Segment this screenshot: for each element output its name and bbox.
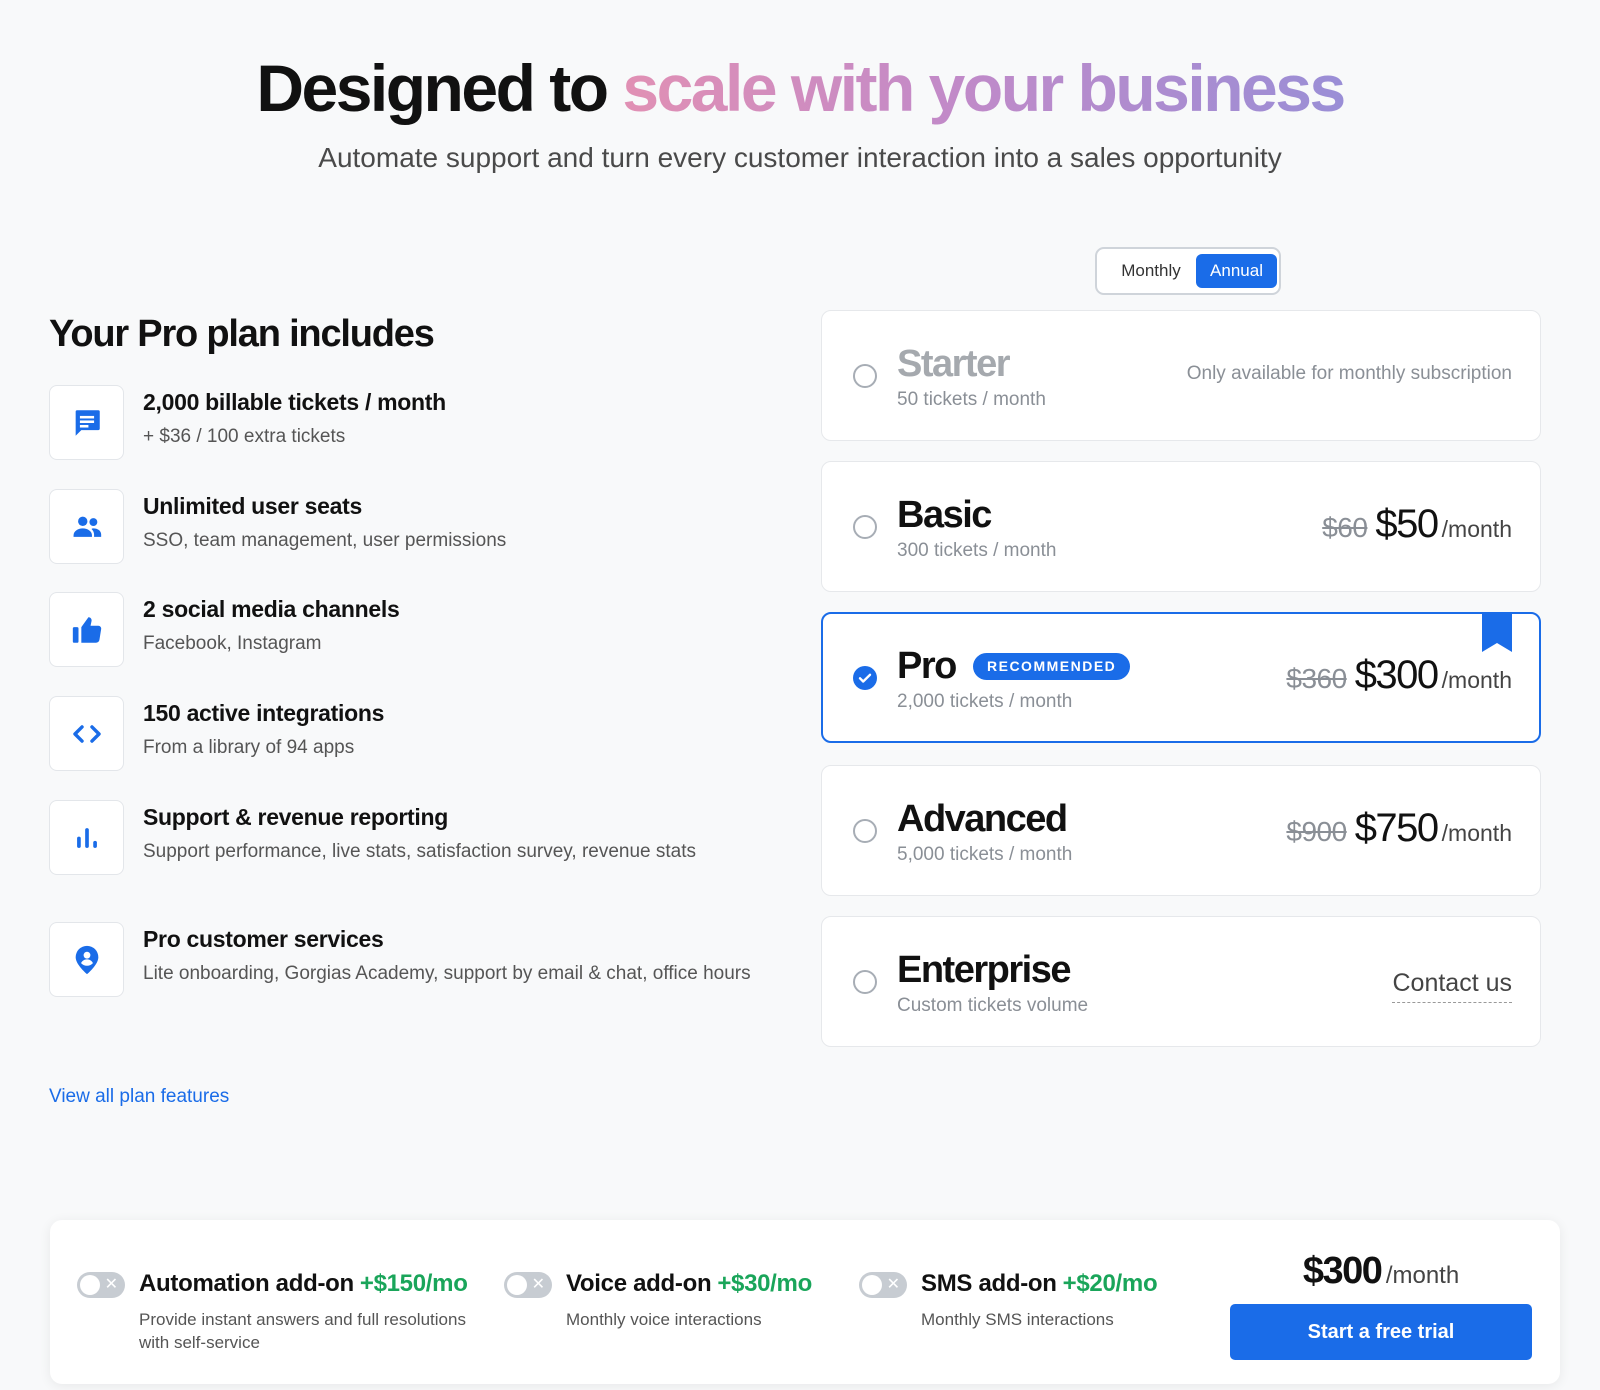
addon-desc: Monthly SMS interactions xyxy=(921,1310,1114,1329)
feature-desc: Support performance, live stats, satisfa… xyxy=(143,841,697,862)
start-free-trial-button[interactable]: Start a free trial xyxy=(1230,1304,1532,1360)
view-all-features-link[interactable]: View all plan features xyxy=(49,1086,229,1108)
feature-desc: + $36 / 100 extra tickets xyxy=(143,426,346,447)
plan-new-price: $300 xyxy=(1354,653,1439,697)
bar-chart-icon xyxy=(49,800,124,875)
feature-title: Support & revenue reporting xyxy=(143,804,448,830)
plan-includes-title: Your Pro plan includes xyxy=(49,313,435,355)
users-icon xyxy=(49,489,124,564)
recommended-badge: RECOMMENDED xyxy=(973,653,1131,680)
addon-toggle[interactable]: ✕ xyxy=(77,1272,125,1298)
addon-name-label: Automation add-on xyxy=(139,1270,354,1297)
plan-radio[interactable] xyxy=(853,970,877,994)
close-icon: ✕ xyxy=(886,1276,900,1293)
addon-desc: Provide instant answers and full resolut… xyxy=(139,1310,466,1352)
hero-title: Designed to scale with your business xyxy=(0,48,1600,128)
plan-name: Pro xyxy=(897,645,957,687)
feature-title: 2,000 billable tickets / month xyxy=(143,389,446,415)
feature-desc: From a library of 94 apps xyxy=(143,737,355,758)
plan-tickets: 300 tickets / month xyxy=(897,540,1057,561)
addon-toggle[interactable]: ✕ xyxy=(859,1272,907,1298)
total-period: /month xyxy=(1385,1262,1460,1289)
plan-name: Enterprise xyxy=(897,949,1071,991)
plan-availability-note: Only available for monthly subscription xyxy=(1186,363,1512,384)
plan-tickets: 5,000 tickets / month xyxy=(897,844,1073,865)
plan-name: Advanced xyxy=(897,798,1068,840)
addon-toggle[interactable]: ✕ xyxy=(504,1272,552,1298)
hero-title-plain: Designed to xyxy=(256,51,609,125)
feature-desc: Lite onboarding, Gorgias Academy, suppor… xyxy=(143,963,751,984)
plan-tickets: 2,000 tickets / month xyxy=(897,691,1073,712)
feature-title: 2 social media channels xyxy=(143,596,400,622)
addon-price: +$30/mo xyxy=(717,1270,812,1297)
feature-item: 150 active integrations From a library o… xyxy=(49,696,749,776)
feature-item: Unlimited user seats SSO, team managemen… xyxy=(49,489,749,569)
plan-radio-checked[interactable] xyxy=(853,666,877,690)
close-icon: ✕ xyxy=(104,1276,118,1293)
addon-name: Voice add-on +$30/mo xyxy=(566,1268,812,1300)
plan-name: Basic xyxy=(897,494,992,536)
chat-icon xyxy=(49,385,124,460)
plan-name: Starter xyxy=(897,343,1011,385)
plan-old-price: $360 xyxy=(1286,663,1347,694)
feature-item: Pro customer services Lite onboarding, G… xyxy=(49,922,751,1002)
bookmark-icon xyxy=(1482,612,1512,652)
feature-item: 2,000 billable tickets / month + $36 / 1… xyxy=(49,385,749,465)
plan-radio[interactable] xyxy=(853,364,877,388)
billing-option-monthly[interactable]: Monthly xyxy=(1103,254,1199,288)
addon-price: +$20/mo xyxy=(1062,1270,1158,1297)
code-icon xyxy=(49,696,124,771)
hero-subtitle: Automate support and turn every customer… xyxy=(318,142,1282,173)
plan-card-basic[interactable]: Basic 300 tickets / month $60 $50 /month xyxy=(821,461,1541,592)
addon-name-label: SMS add-on xyxy=(921,1270,1057,1297)
plan-period: /month xyxy=(1441,820,1512,846)
plan-price: $360 $300 /month xyxy=(1286,653,1512,698)
plan-tickets: Custom tickets volume xyxy=(897,995,1089,1016)
contact-us-link[interactable]: Contact us xyxy=(1392,967,1512,1003)
addons-bar: ✕ Automation add-on +$150/mo Provide inst… xyxy=(50,1220,1560,1384)
plan-tickets: 50 tickets / month xyxy=(897,389,1046,410)
plan-radio[interactable] xyxy=(853,515,877,539)
plan-price: $60 $50 /month xyxy=(1322,502,1512,547)
feature-title: 150 active integrations xyxy=(143,700,385,726)
addon-desc: Monthly voice interactions xyxy=(566,1310,762,1329)
plan-period: /month xyxy=(1441,667,1512,693)
plan-radio[interactable] xyxy=(853,819,877,843)
plan-old-price: $900 xyxy=(1286,816,1347,847)
check-icon xyxy=(858,673,872,683)
feature-item: Support & revenue reporting Support perf… xyxy=(49,800,749,880)
toggle-knob xyxy=(862,1275,882,1295)
plan-card-advanced[interactable]: Advanced 5,000 tickets / month $900 $750… xyxy=(821,765,1541,896)
addon-name: Automation add-on +$150/mo xyxy=(139,1268,468,1300)
close-icon: ✕ xyxy=(531,1276,545,1293)
thumbs-up-icon xyxy=(49,592,124,667)
feature-desc: Facebook, Instagram xyxy=(143,633,322,654)
feature-title: Unlimited user seats xyxy=(143,493,362,519)
addon-price: +$150/mo xyxy=(359,1270,468,1297)
total-amount: $300 xyxy=(1302,1250,1383,1292)
total-price: $300 /month xyxy=(1230,1250,1532,1293)
plan-card-pro[interactable]: Pro RECOMMENDED 2,000 tickets / month $3… xyxy=(821,612,1541,743)
plan-card-enterprise[interactable]: Enterprise Custom tickets volume Contact… xyxy=(821,916,1541,1047)
toggle-knob xyxy=(507,1275,527,1295)
plan-period: /month xyxy=(1441,516,1512,542)
feature-item: 2 social media channels Facebook, Instag… xyxy=(49,592,749,672)
person-pin-icon xyxy=(49,922,124,997)
feature-title: Pro customer services xyxy=(143,926,384,952)
plan-old-price: $60 xyxy=(1322,512,1368,543)
feature-desc: SSO, team management, user permissions xyxy=(143,530,507,551)
plan-card-starter[interactable]: Starter 50 tickets / month Only availabl… xyxy=(821,310,1541,441)
addon-name-label: Voice add-on xyxy=(566,1270,712,1297)
billing-period-toggle: Monthly Annual xyxy=(1095,247,1281,295)
plan-new-price: $750 xyxy=(1354,806,1439,850)
plan-new-price: $50 xyxy=(1375,502,1439,546)
plan-price: $900 $750 /month xyxy=(1286,806,1512,851)
billing-option-annual[interactable]: Annual xyxy=(1196,254,1277,288)
toggle-knob xyxy=(80,1275,100,1295)
hero-title-accent: scale with your business xyxy=(622,51,1346,125)
addon-name: SMS add-on +$20/mo xyxy=(921,1268,1158,1300)
